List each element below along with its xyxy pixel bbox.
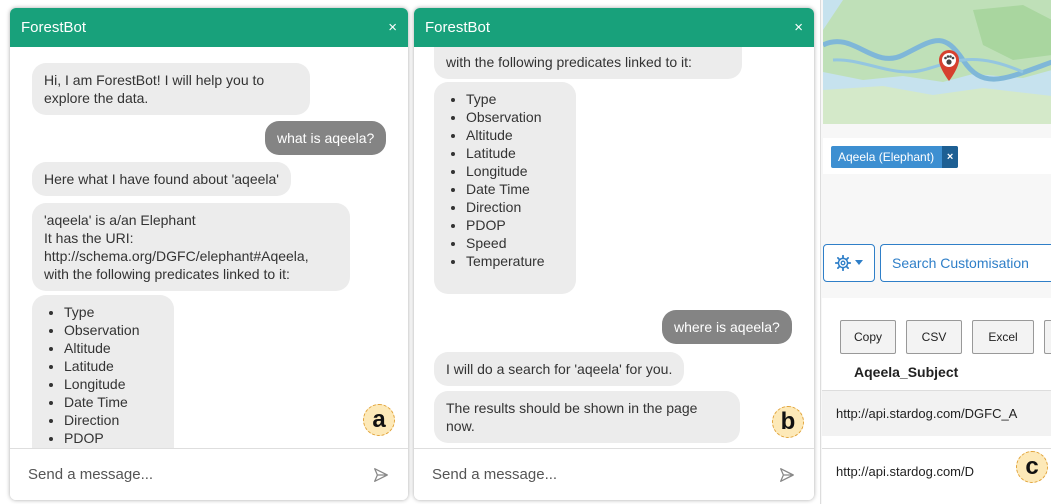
excel-button[interactable]: Excel bbox=[972, 320, 1034, 354]
list-item: Type bbox=[466, 90, 564, 108]
list-item: Observation bbox=[466, 108, 564, 126]
message-list[interactable]: with the following predicates linked to … bbox=[414, 47, 814, 448]
list-item: Speed bbox=[466, 234, 564, 252]
table-row[interactable]: http://api.stardog.com/DGFC_A bbox=[822, 390, 1051, 436]
send-icon[interactable] bbox=[778, 466, 796, 484]
list-item: Latitude bbox=[64, 357, 162, 375]
bot-message: with the following predicates linked to … bbox=[434, 47, 742, 79]
annotation-marker-a: a bbox=[363, 404, 395, 436]
bot-message: 'aqeela' is a/an Elephant It has the URI… bbox=[32, 203, 350, 291]
message-input[interactable] bbox=[432, 466, 732, 483]
paw-pin-icon[interactable] bbox=[937, 48, 961, 82]
list-item: Latitude bbox=[466, 144, 564, 162]
list-item: Direction bbox=[64, 411, 162, 429]
list-item: Temperature bbox=[466, 252, 564, 270]
message-list[interactable]: Hi, I am ForestBot! I will help you to e… bbox=[10, 47, 408, 448]
bot-message: Here what I have found about 'aqeela' bbox=[32, 162, 291, 196]
bot-message: The results should be shown in the page … bbox=[434, 391, 740, 443]
bot-message-predicates: Type Observation Altitude Latitude Longi… bbox=[32, 295, 174, 448]
chat-header: ForestBot × bbox=[10, 8, 408, 47]
message-composer bbox=[10, 448, 408, 500]
remove-tag-icon[interactable]: × bbox=[942, 146, 959, 168]
list-item: Longitude bbox=[466, 162, 564, 180]
copy-button[interactable]: Copy bbox=[840, 320, 896, 354]
annotation-marker-c: c bbox=[1016, 451, 1048, 483]
close-icon[interactable]: × bbox=[794, 19, 803, 36]
search-customisation-button[interactable]: Search Customisation bbox=[880, 244, 1051, 282]
table-cell: http://api.stardog.com/DGFC_A bbox=[836, 406, 1018, 421]
entity-tag: Aqeela (Elephant) × bbox=[831, 146, 959, 168]
close-icon[interactable]: × bbox=[388, 19, 397, 36]
more-export-button[interactable] bbox=[1044, 320, 1051, 354]
gear-icon bbox=[835, 255, 851, 271]
list-item: PDOP bbox=[466, 216, 564, 234]
chat-title: ForestBot bbox=[425, 19, 491, 36]
user-message: where is aqeela? bbox=[662, 310, 792, 344]
results-table: Copy CSV Excel Aqeela_Subject http://api… bbox=[822, 298, 1051, 504]
settings-dropdown-button[interactable] bbox=[823, 244, 875, 282]
list-item: Longitude bbox=[64, 375, 162, 393]
chat-header: ForestBot × bbox=[414, 8, 814, 47]
bot-message: I will do a search for 'aqeela' for you. bbox=[434, 352, 685, 386]
list-item: Type bbox=[64, 303, 162, 321]
chat-title: ForestBot bbox=[21, 19, 87, 36]
csv-button[interactable]: CSV bbox=[906, 320, 962, 354]
column-header[interactable]: Aqeela_Subject bbox=[854, 364, 958, 380]
send-icon[interactable] bbox=[372, 466, 390, 484]
message-input[interactable] bbox=[28, 466, 328, 483]
bot-message: Hi, I am ForestBot! I will help you to e… bbox=[32, 63, 310, 115]
chat-panel-a: ForestBot × Hi, I am ForestBot! I will h… bbox=[10, 8, 408, 500]
selected-entity-area: Aqeela (Elephant) × bbox=[823, 138, 1051, 174]
map-view[interactable] bbox=[823, 0, 1051, 124]
list-item: Date Time bbox=[64, 393, 162, 411]
list-item: PDOP bbox=[64, 429, 162, 447]
message-composer bbox=[414, 448, 814, 500]
list-item: Date Time bbox=[466, 180, 564, 198]
table-cell: http://api.stardog.com/D bbox=[836, 464, 975, 479]
chat-panel-b: ForestBot × with the following predicate… bbox=[414, 8, 814, 500]
caret-down-icon bbox=[855, 260, 863, 265]
user-message: what is aqeela? bbox=[265, 121, 387, 155]
bot-message-predicates: Type Observation Altitude Latitude Longi… bbox=[434, 82, 576, 294]
list-item: Observation bbox=[64, 321, 162, 339]
list-item: Altitude bbox=[64, 339, 162, 357]
annotation-marker-b: b bbox=[772, 406, 804, 438]
list-item: Altitude bbox=[466, 126, 564, 144]
list-item: Direction bbox=[466, 198, 564, 216]
